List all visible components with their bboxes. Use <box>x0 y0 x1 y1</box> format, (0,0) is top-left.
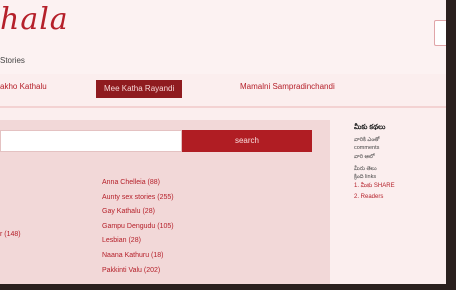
search-input[interactable] <box>0 130 182 152</box>
site-logo[interactable]: hala <box>0 2 69 37</box>
notice-link-share[interactable]: 1. మీకు SHARE <box>354 181 446 192</box>
tag-link-pakkinti-valu[interactable]: Pakkinti Valu (202) <box>102 264 174 279</box>
tag-link[interactable]: r (148) <box>0 228 21 243</box>
header-search-box[interactable] <box>434 20 446 46</box>
tag-list-left: r (148) <box>0 228 21 243</box>
notice-line: క్రింది links <box>354 174 377 181</box>
site-tagline: Stories <box>0 56 25 65</box>
search-button[interactable]: search <box>182 130 312 152</box>
tag-link-anna-chelleia[interactable]: Anna Chelleia (88) <box>102 176 174 191</box>
nav-item-sampradinchandi[interactable]: Mamalni Sampradinchandi <box>240 82 335 91</box>
tag-link-gay-kathalu[interactable]: Gay Kathalu (28) <box>102 205 174 220</box>
tag-link-naana-kathuru[interactable]: Naana Kathuru (18) <box>102 249 174 264</box>
page: hala Stories akho Kathalu Mee Katha Raya… <box>0 0 446 284</box>
tag-link-aunty-sex-stories[interactable]: Aunty sex stories (255) <box>102 191 174 206</box>
sidebar-notice: మీకు కథలు వారికి ఎంతో comments వారి ఆలో … <box>354 120 446 284</box>
nav-item-mee-katha-rayandi[interactable]: Mee Katha Rayandi <box>96 80 183 98</box>
sidebar-notice-title: మీకు కథలు <box>354 124 386 131</box>
notice-line: వారికి ఎంతో <box>354 137 380 143</box>
notice-link-readers[interactable]: 2. Readers <box>354 192 446 203</box>
notice-line: మీరు తెలు <box>354 165 377 172</box>
tag-list-right: Anna Chelleia (88) Aunty sex stories (25… <box>102 176 174 278</box>
sidebar-notice-text: వారికి ఎంతో comments వారి ఆలో మీరు తెలు … <box>354 136 446 181</box>
nav-item-kathalu[interactable]: akho Kathalu <box>0 82 47 91</box>
tag-link-gampu-dengudu[interactable]: Gampu Dengudu (105) <box>102 220 174 235</box>
main-nav: akho Kathalu Mee Katha Rayandi Mamalni S… <box>0 76 446 102</box>
notice-line: వారి ఆలో <box>354 153 375 160</box>
notice-line: comments <box>354 145 380 152</box>
site-header: hala Stories <box>0 0 446 74</box>
nav-divider <box>0 106 446 108</box>
tag-link-lesbian[interactable]: Lesbian (28) <box>102 234 174 249</box>
search-panel: search r (148) Anna Chelleia (88) Aunty … <box>0 120 330 284</box>
